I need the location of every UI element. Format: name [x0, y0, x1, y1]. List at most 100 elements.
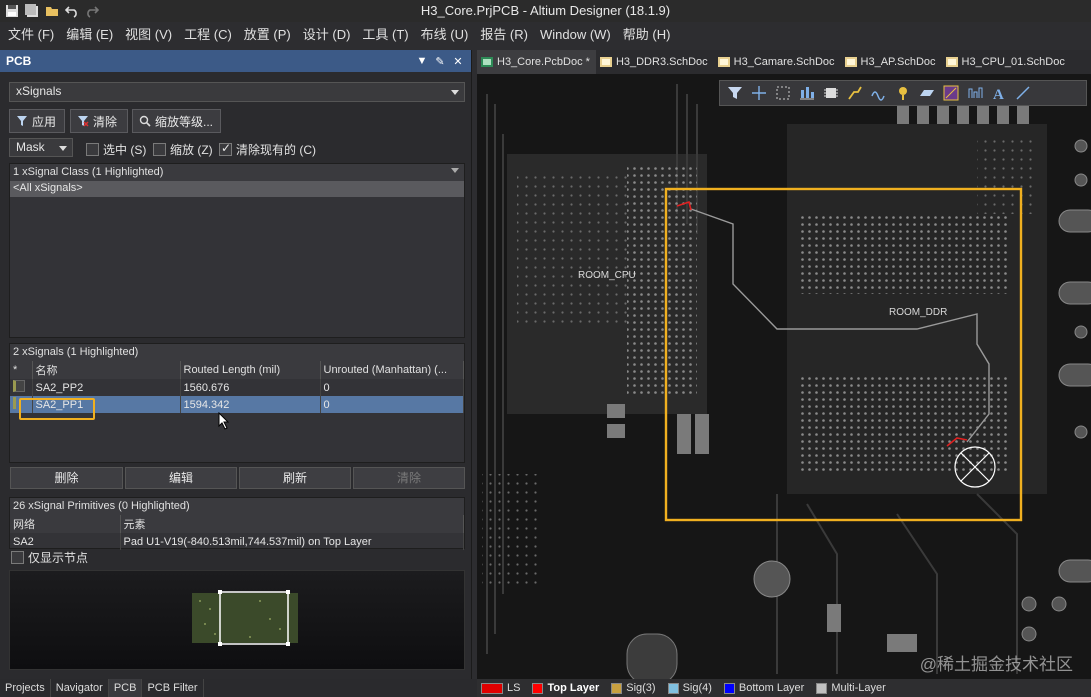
menu-view[interactable]: 视图 (V)	[119, 24, 178, 46]
select-rect-icon[interactable]	[774, 84, 792, 102]
element-desc: Pad U1-V19(-840.513mil,744.537mil) on To…	[120, 533, 464, 550]
clear-disabled-button[interactable]: 清除	[353, 467, 465, 489]
document-tabs: H3_Core.PcbDoc * H3_DDR3.SchDoc H3_Camar…	[477, 50, 1091, 74]
table-row[interactable]: SA2 Pad U1-V19(-840.513mil,744.537mil) o…	[10, 533, 464, 550]
checkbox-box[interactable]	[86, 143, 99, 156]
undo-icon[interactable]	[65, 4, 79, 18]
pcb-doc-icon	[481, 57, 493, 67]
save-all-icon[interactable]	[25, 4, 39, 18]
menu-reports[interactable]: 报告 (R)	[474, 24, 534, 46]
route-icon[interactable]	[846, 84, 864, 102]
clear-button[interactable]: 清除	[70, 109, 128, 133]
layer-multi[interactable]: Multi-Layer	[816, 682, 886, 694]
menu-file[interactable]: 文件 (F)	[2, 24, 60, 46]
dimension-icon[interactable]	[966, 84, 984, 102]
zoom-checkbox-label: 缩放 (Z)	[170, 143, 213, 157]
delete-button[interactable]: 删除	[10, 467, 123, 489]
primitives-list: 26 xSignal Primitives (0 Highlighted) 网络…	[9, 497, 465, 550]
menu-edit[interactable]: 编辑 (E)	[60, 24, 119, 46]
align-icon[interactable]	[798, 84, 816, 102]
checkbox-box[interactable]	[11, 551, 24, 564]
via-icon[interactable]	[894, 84, 912, 102]
tab-schdoc[interactable]: H3_CPU_01.SchDoc	[942, 50, 1071, 74]
column-header[interactable]: Routed Length (mil)	[180, 361, 321, 379]
keepout-icon[interactable]	[942, 84, 960, 102]
chevron-down-icon	[451, 90, 459, 95]
select-checkbox[interactable]: 选中 (S)	[86, 141, 146, 158]
filter-icon[interactable]	[726, 84, 744, 102]
layer-swatch	[611, 682, 623, 694]
table-row[interactable]: SA2_PP2 1560.676 0	[10, 379, 464, 396]
component-icon[interactable]	[822, 84, 840, 102]
layer-swatch	[816, 682, 828, 694]
crosshair-icon[interactable]	[750, 84, 768, 102]
column-header[interactable]: *	[10, 361, 33, 379]
pcb-drawing	[477, 74, 1091, 679]
layer-swatch	[481, 682, 503, 694]
tab-schdoc[interactable]: H3_AP.SchDoc	[841, 50, 942, 74]
layer-ls[interactable]: LS	[481, 682, 520, 694]
tab-pcb-filter[interactable]: PCB Filter	[142, 679, 204, 697]
row-marker	[10, 379, 33, 396]
menu-place[interactable]: 放置 (P)	[238, 24, 297, 46]
pcb-canvas[interactable]: ROOM_CPU ROOM_DDR	[477, 74, 1091, 679]
layer-sig4[interactable]: Sig(4)	[667, 682, 712, 694]
select-checkbox-label: 选中 (S)	[103, 143, 147, 157]
unrouted-length: 0	[320, 379, 464, 396]
diff-pair-icon[interactable]	[870, 84, 888, 102]
object-type-select[interactable]: xSignals	[9, 82, 465, 102]
text-icon[interactable]: A	[990, 84, 1008, 102]
only-nodes-checkbox[interactable]: 仅显示节点	[11, 549, 88, 566]
layer-bottom[interactable]: Bottom Layer	[723, 682, 804, 694]
sch-doc-icon	[599, 57, 612, 67]
tab-pcbdoc[interactable]: H3_Core.PcbDoc *	[477, 50, 596, 74]
edit-button[interactable]: 编辑	[125, 467, 237, 489]
column-header[interactable]: 名称	[32, 361, 181, 379]
dropdown-icon[interactable]: ▼	[415, 55, 429, 67]
checkbox-box[interactable]	[153, 143, 166, 156]
column-header[interactable]: Unrouted (Manhattan) (...	[320, 361, 464, 379]
layer-sig3[interactable]: Sig(3)	[611, 682, 656, 694]
tab-schdoc[interactable]: H3_DDR3.SchDoc	[596, 50, 714, 74]
column-header[interactable]: 网络	[10, 515, 121, 533]
close-icon[interactable]: ✕	[451, 55, 465, 68]
apply-label: 应用	[32, 114, 57, 129]
menu-design[interactable]: 设计 (D)	[297, 24, 357, 46]
tab-projects[interactable]: Projects	[0, 679, 51, 697]
menu-window[interactable]: Window (W)	[534, 24, 617, 46]
menu-project[interactable]: 工程 (C)	[178, 24, 238, 46]
column-header[interactable]: 元素	[120, 515, 464, 533]
refresh-button[interactable]: 刷新	[239, 467, 351, 489]
mouse-cursor-icon	[218, 412, 230, 430]
tab-navigator[interactable]: Navigator	[51, 679, 109, 697]
zoom-checkbox[interactable]: 缩放 (Z)	[153, 141, 213, 158]
clear-filter-icon	[78, 116, 89, 127]
zoom-level-button[interactable]: 缩放等级...	[132, 109, 221, 133]
menu-tools[interactable]: 工具 (T)	[356, 24, 414, 46]
panel-tabs: Projects Navigator PCB PCB Filter	[0, 679, 477, 697]
menu-route[interactable]: 布线 (U)	[415, 24, 475, 46]
board-preview[interactable]	[9, 570, 465, 670]
primitives-title: 26 xSignal Primitives (0 Highlighted)	[10, 498, 464, 515]
filter-icon	[17, 116, 27, 126]
pin-icon[interactable]: ✎	[433, 55, 447, 68]
redo-icon[interactable]	[85, 4, 99, 18]
menu-help[interactable]: 帮助 (H)	[617, 24, 677, 46]
open-folder-icon[interactable]	[45, 4, 59, 18]
tab-pcb[interactable]: PCB	[108, 679, 143, 697]
polygon-icon[interactable]	[918, 84, 936, 102]
clear-existing-checkbox[interactable]: 清除现有的 (C)	[219, 141, 316, 158]
signal-name: SA2_PP2	[32, 379, 181, 396]
apply-button[interactable]: 应用	[9, 109, 65, 133]
collapse-icon[interactable]	[451, 168, 459, 173]
layer-top[interactable]: Top Layer	[532, 682, 599, 694]
board-thumbnail	[192, 590, 298, 646]
layer-tabs: LS Top Layer Sig(3) Sig(4) Bottom Layer …	[477, 679, 1091, 697]
save-icon[interactable]	[5, 4, 19, 18]
checkbox-box[interactable]	[219, 141, 232, 156]
class-list-item[interactable]: <All xSignals>	[10, 181, 464, 197]
mode-select[interactable]: Mask	[9, 138, 73, 157]
layer-swatch	[532, 682, 544, 694]
line-icon[interactable]	[1014, 84, 1032, 102]
tab-schdoc[interactable]: H3_Camare.SchDoc	[714, 50, 841, 74]
